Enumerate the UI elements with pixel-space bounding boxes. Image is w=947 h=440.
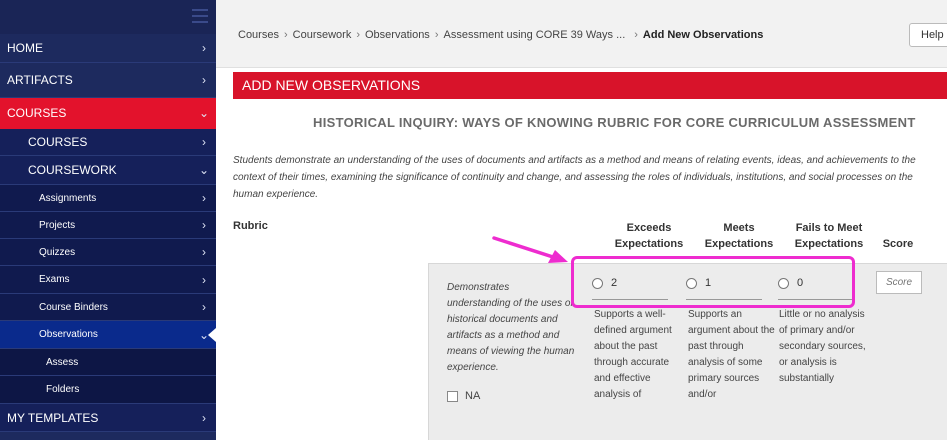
column-header-line: Fails to Meet [795,222,863,234]
sidebar-item-quizzes[interactable]: Quizzes › [0,239,216,266]
na-option[interactable]: NA [447,390,480,402]
sidebar-item-coursework[interactable]: COURSEWORK ⌄ [0,156,216,185]
chevron-right-icon: › [202,191,206,205]
sidebar-item-assess[interactable]: Assess [0,349,216,376]
column-header-score: Score [874,236,922,252]
chevron-right-icon: › [202,135,206,149]
sidebar-item-exams[interactable]: Exams › [0,266,216,294]
sidebar-item-courses-sub[interactable]: COURSES › [0,129,216,156]
breadcrumb-item-courses[interactable]: Courses [238,29,279,41]
column-header-exceeds: Exceeds Expectations [609,220,689,252]
sidebar-item-label: Assignments [39,192,97,204]
breadcrumb-item-coursework[interactable]: Coursework [293,29,352,41]
chevron-right-icon: › [202,245,206,259]
sidebar-item-label: ARTIFACTS [7,73,73,87]
chevron-right-icon: › [202,410,206,425]
score-input[interactable] [876,271,922,294]
breadcrumb: Courses › Coursework › Observations › Assessme… [238,29,763,41]
hamburger-menu-icon[interactable] [192,9,208,23]
chevron-right-icon: › [202,218,206,232]
sidebar-item-label: MY TEMPLATES [7,410,99,425]
sidebar-item-label: Quizzes [39,246,76,258]
breadcrumb-item-observations[interactable]: Observations [365,29,430,41]
chevron-down-icon: ⌄ [198,163,210,177]
sidebar-item-label: Projects [39,219,76,231]
sidebar-item-observations[interactable]: Observations ⌄ [0,321,216,349]
breadcrumb-separator: › [434,29,439,41]
sidebar-item-course-binders[interactable]: Course Binders › [0,294,216,321]
sidebar-item-label: Exams [39,274,70,285]
sidebar-item-label: Folders [46,384,80,395]
breadcrumb-item-assessment[interactable]: Assessment using CORE 39 Ways ... [443,29,625,41]
sidebar: HOME › ARTIFACTS › COURSES ⌄ COURSES › C… [0,0,216,440]
column-header-line: Score [882,238,914,250]
sidebar-item-my-templates[interactable]: MY TEMPLATES › [0,404,216,432]
chevron-right-icon: › [202,41,206,55]
sidebar-item-artifacts[interactable]: ARTIFACTS › [0,63,216,98]
sidebar-item-label: COURSEWORK [28,163,117,177]
sidebar-top [0,0,216,34]
page-title: ADD NEW OBSERVATIONS [233,72,947,99]
column-header-meets: Meets Expectations [699,220,779,252]
column-header-line: Expectations [794,238,864,250]
highlight-annotation [571,256,855,308]
level-description-fails: Little or no analysis of primary and/or … [779,309,866,384]
column-header-fails: Fails to Meet Expectations [785,220,873,252]
breadcrumb-separator: › [634,29,638,41]
sidebar-item-label: COURSES [7,106,67,120]
breadcrumb-separator: › [283,29,288,41]
criterion-text: Demonstrates understanding of the uses o… [447,282,575,373]
sidebar-item-courses[interactable]: COURSES ⌄ [0,98,216,129]
sidebar-item-label: HOME [7,41,43,55]
column-header-line: Exceeds [626,222,672,234]
column-header-line: Expectations [614,238,684,250]
level-description-exceeds: Supports a well-defined argument about t… [594,309,672,400]
sidebar-item-label: Assess [46,356,79,368]
sidebar-item-label: COURSES [28,135,88,149]
chevron-right-icon: › [202,73,206,87]
na-label: NA [465,390,481,402]
top-bar: Courses › Coursework › Observations › Assessme… [216,0,947,68]
sidebar-item-folders[interactable]: Folders [0,376,216,404]
sidebar-item-projects[interactable]: Projects › [0,212,216,239]
rubric-label: Rubric [233,220,268,232]
main-content: Courses › Coursework › Observations › Assessme… [216,0,947,440]
sidebar-item-home[interactable]: HOME › [0,34,216,63]
active-indicator [208,327,216,342]
rubric-title: HISTORICAL INQUIRY: WAYS OF KNOWING RUBR… [313,115,916,130]
column-header-line: Meets [723,222,755,234]
level-description-meets: Supports an argument about the past thro… [688,309,775,400]
breadcrumb-item-current: Add New Observations [642,29,764,41]
help-button[interactable]: Help [909,23,947,47]
breadcrumb-separator: › [356,29,360,41]
chevron-right-icon: › [202,272,206,287]
na-checkbox[interactable] [447,390,458,402]
chevron-down-icon: ⌄ [198,106,210,120]
column-header-line: Expectations [704,238,774,250]
sidebar-item-label: Observations [39,329,98,340]
chevron-right-icon: › [202,300,206,314]
rubric-description: Students demonstrate an understanding of… [233,155,916,200]
sidebar-item-label: Course Binders [39,301,108,313]
sidebar-item-assignments[interactable]: Assignments › [0,185,216,212]
